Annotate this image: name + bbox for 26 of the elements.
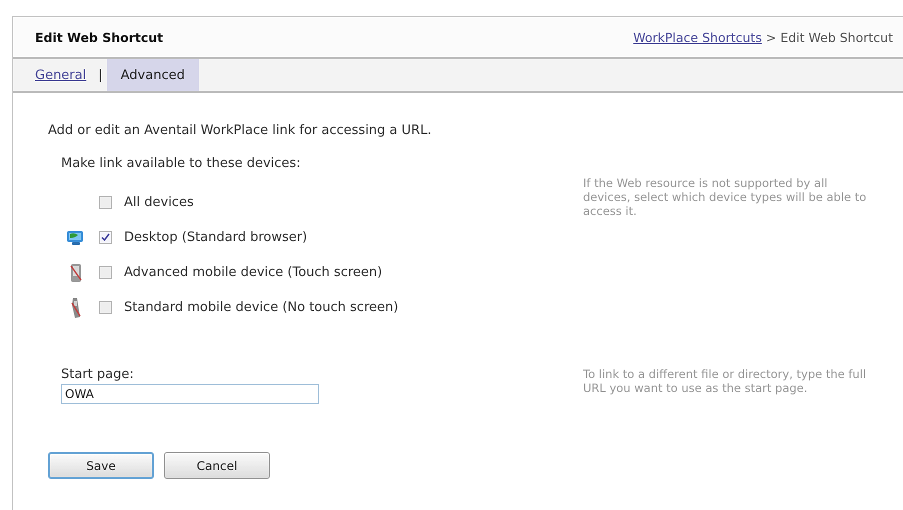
page-title: Edit Web Shortcut [35,30,164,44]
checkbox[interactable] [99,231,112,244]
breadcrumb-link[interactable]: WorkPlace Shortcuts [633,30,762,44]
device-label: Standard mobile device (No touch screen) [124,300,398,315]
intro-text: Add or edit an Aventail WorkPlace link for accessing a URL. [48,123,432,138]
checkbox[interactable] [99,301,112,314]
monitor-icon [66,230,86,246]
start-page-field[interactable]: OWA [61,384,319,404]
tab[interactable]: Advanced [106,59,199,91]
help-text: To link to a different file or directory, type the full URL you want to use as the start page. [583,367,868,397]
checkbox[interactable] [99,196,112,209]
checkbox[interactable] [99,266,112,279]
start-page-label: Start page: [61,367,135,382]
mobile-device-icon [70,262,82,282]
button[interactable]: Save [48,452,154,479]
help-text: If the Web resource is not supported by all devices, select which device types will be able to access it. [583,176,868,220]
mobile-phone-icon [70,296,82,318]
tab[interactable]: General [35,59,94,91]
breadcrumb-separator: > [766,30,776,44]
tab-separator: | [97,66,104,84]
device-label: Desktop (Standard browser) [124,230,308,245]
breadcrumb-current: Edit Web Shortcut [780,30,893,44]
device-label: Advanced mobile device (Touch screen) [124,265,382,280]
button[interactable]: Cancel [164,452,270,479]
devices-heading: Make link available to these devices: [61,156,302,171]
device-label: All devices [124,195,194,210]
